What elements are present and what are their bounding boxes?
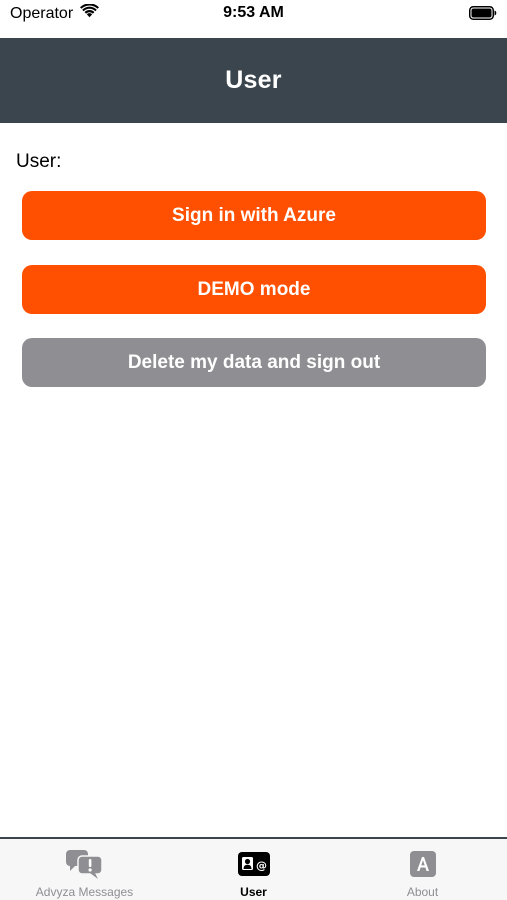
delete-data-sign-out-button[interactable]: Delete my data and sign out bbox=[22, 338, 486, 387]
tab-label: About bbox=[406, 885, 439, 899]
tab-advyza-messages[interactable]: Advyza Messages bbox=[0, 839, 169, 900]
tab-label: User bbox=[240, 885, 267, 899]
tab-label: Advyza Messages bbox=[35, 885, 134, 899]
tab-bar: Advyza Messages @ User About bbox=[0, 837, 507, 900]
page-title: User bbox=[225, 66, 282, 94]
messages-alert-icon bbox=[64, 848, 106, 880]
letter-a-icon bbox=[409, 848, 437, 880]
tab-about[interactable]: About bbox=[338, 839, 507, 900]
user-label: User: bbox=[16, 151, 62, 172]
contact-card-icon: @ bbox=[237, 848, 271, 880]
navigation-bar: User bbox=[0, 38, 507, 123]
tab-user[interactable]: @ User bbox=[169, 839, 338, 900]
sign-in-azure-button[interactable]: Sign in with Azure bbox=[22, 191, 486, 240]
demo-mode-button[interactable]: DEMO mode bbox=[22, 265, 486, 314]
status-bar: Operator 9:53 AM bbox=[0, 0, 507, 38]
svg-text:@: @ bbox=[256, 859, 267, 872]
battery-icon bbox=[469, 6, 497, 25]
screen: Operator 9:53 AM User User: Sign in with… bbox=[0, 0, 507, 900]
status-time: 9:53 AM bbox=[223, 4, 284, 21]
